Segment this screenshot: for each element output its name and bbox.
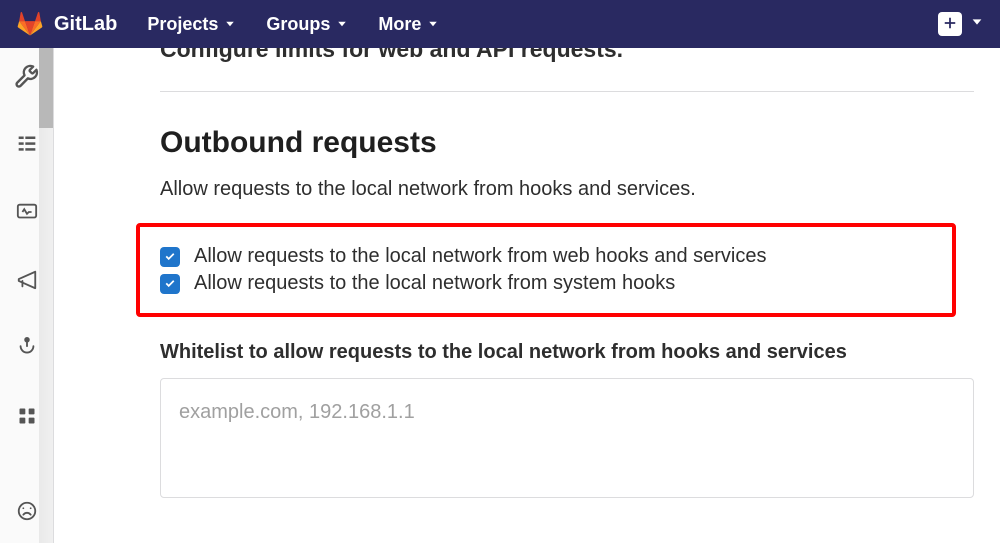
section-divider	[160, 91, 974, 92]
section-title: Outbound requests	[160, 126, 974, 160]
checkbox-webhooks-label: Allow requests to the local network from…	[194, 245, 767, 268]
section-description: Allow requests to the local network from…	[160, 178, 974, 201]
plus-icon	[943, 14, 957, 35]
top-navbar: GitLab Projects Groups More	[0, 0, 1000, 48]
rail-scrollbar[interactable]	[39, 48, 53, 543]
whitelist-label: Whitelist to allow requests to the local…	[160, 341, 974, 364]
chevron-down-icon	[336, 14, 348, 35]
nav-projects[interactable]: Projects	[147, 14, 236, 35]
checkbox-row-webhooks[interactable]: Allow requests to the local network from…	[160, 245, 932, 268]
checkbox-row-systemhooks[interactable]: Allow requests to the local network from…	[160, 272, 932, 295]
left-rail	[0, 48, 54, 543]
nav-projects-label: Projects	[147, 14, 218, 35]
rail-scrollbar-thumb[interactable]	[39, 48, 53, 128]
whitelist-textarea[interactable]: example.com, 192.168.1.1	[160, 378, 974, 498]
nav-more-label: More	[378, 14, 421, 35]
chevron-down-icon	[427, 14, 439, 35]
main-content: Configure limits for web and API request…	[54, 48, 1000, 543]
previous-section-text: Configure limits for web and API request…	[160, 48, 974, 63]
brand[interactable]: GitLab	[16, 11, 117, 37]
nav-more[interactable]: More	[378, 14, 439, 35]
nav-groups[interactable]: Groups	[266, 14, 348, 35]
nav-groups-label: Groups	[266, 14, 330, 35]
gitlab-logo-icon	[16, 11, 44, 37]
checkbox-checked-icon[interactable]	[160, 247, 180, 267]
checkbox-systemhooks-label: Allow requests to the local network from…	[194, 272, 675, 295]
chevron-down-icon	[224, 14, 236, 35]
brand-name: GitLab	[54, 13, 117, 36]
new-button[interactable]	[938, 12, 962, 36]
chevron-down-icon[interactable]	[970, 15, 984, 34]
whitelist-placeholder: example.com, 192.168.1.1	[179, 401, 415, 423]
highlighted-settings-box: Allow requests to the local network from…	[136, 223, 956, 317]
checkbox-checked-icon[interactable]	[160, 274, 180, 294]
